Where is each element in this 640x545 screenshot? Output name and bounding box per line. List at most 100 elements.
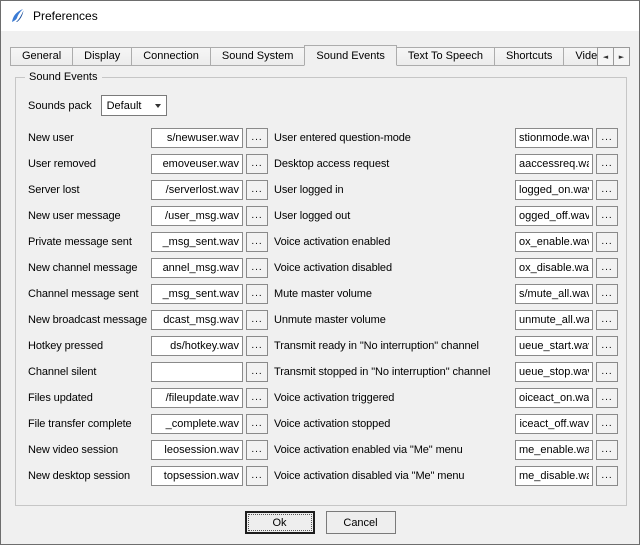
- browse-button[interactable]: ...: [246, 336, 268, 356]
- sound-event-row: Private message sent...: [28, 229, 268, 255]
- sound-event-row: Hotkey pressed...: [28, 333, 268, 359]
- sound-event-label: Channel silent: [28, 366, 147, 378]
- browse-button[interactable]: ...: [596, 336, 618, 356]
- sound-file-input[interactable]: [515, 180, 593, 200]
- tab-text-to-speech[interactable]: Text To Speech: [396, 47, 495, 66]
- sound-file-input[interactable]: [151, 440, 243, 460]
- browse-button[interactable]: ...: [596, 362, 618, 382]
- tab-sound-system[interactable]: Sound System: [210, 47, 306, 66]
- sound-file-input[interactable]: [515, 414, 593, 434]
- sound-file-input[interactable]: [151, 180, 243, 200]
- sound-event-row: User entered question-mode...: [274, 125, 618, 151]
- browse-button[interactable]: ...: [596, 388, 618, 408]
- sound-file-input[interactable]: [515, 258, 593, 278]
- sound-event-label: Hotkey pressed: [28, 340, 147, 352]
- sound-event-label: New user: [28, 132, 147, 144]
- browse-button[interactable]: ...: [246, 232, 268, 252]
- sound-file-input[interactable]: [515, 284, 593, 304]
- preferences-dialog: Preferences GeneralDisplayConnectionSoun…: [1, 1, 639, 31]
- sound-file-input[interactable]: [515, 440, 593, 460]
- sound-event-row: Voice activation stopped...: [274, 411, 618, 437]
- sound-event-row: New user message...: [28, 203, 268, 229]
- ok-button[interactable]: Ok: [245, 511, 315, 534]
- sound-event-row: Transmit ready in "No interruption" chan…: [274, 333, 618, 359]
- sound-event-row: New desktop session...: [28, 463, 268, 489]
- browse-button[interactable]: ...: [246, 284, 268, 304]
- sound-file-input[interactable]: [151, 154, 243, 174]
- sound-event-row: Voice activation disabled via "Me" menu.…: [274, 463, 618, 489]
- sound-event-label: User entered question-mode: [274, 132, 511, 144]
- tab-scroll: ◄ ►: [597, 47, 630, 66]
- browse-button[interactable]: ...: [246, 206, 268, 226]
- tab-scroll-right-button[interactable]: ►: [613, 47, 630, 66]
- browse-button[interactable]: ...: [596, 232, 618, 252]
- browse-button[interactable]: ...: [596, 310, 618, 330]
- sound-file-input[interactable]: [515, 388, 593, 408]
- browse-button[interactable]: ...: [246, 154, 268, 174]
- tab-display[interactable]: Display: [72, 47, 132, 66]
- sound-file-input[interactable]: [151, 336, 243, 356]
- sound-event-label: New video session: [28, 444, 147, 456]
- browse-button[interactable]: ...: [596, 180, 618, 200]
- tab-scroll-left-button[interactable]: ◄: [597, 47, 614, 66]
- browse-button[interactable]: ...: [596, 466, 618, 486]
- sound-file-input[interactable]: [151, 466, 243, 486]
- sound-file-input[interactable]: [151, 258, 243, 278]
- sound-file-input[interactable]: [151, 284, 243, 304]
- sound-event-row: User removed...: [28, 151, 268, 177]
- sound-file-input[interactable]: [515, 466, 593, 486]
- browse-button[interactable]: ...: [246, 258, 268, 278]
- sound-event-row: New broadcast message...: [28, 307, 268, 333]
- sound-file-input[interactable]: [151, 206, 243, 226]
- sound-file-input[interactable]: [515, 206, 593, 226]
- tab-strip: GeneralDisplayConnectionSound SystemSoun…: [10, 45, 630, 66]
- sound-event-label: Voice activation disabled via "Me" menu: [274, 470, 511, 482]
- sound-file-input[interactable]: [151, 232, 243, 252]
- sound-file-input[interactable]: [515, 362, 593, 382]
- browse-button[interactable]: ...: [246, 388, 268, 408]
- sound-file-input[interactable]: [515, 154, 593, 174]
- browse-button[interactable]: ...: [596, 206, 618, 226]
- sound-event-label: User logged in: [274, 184, 511, 196]
- sound-event-label: New broadcast message: [28, 314, 147, 326]
- sound-event-label: Voice activation triggered: [274, 392, 511, 404]
- browse-button[interactable]: ...: [596, 414, 618, 434]
- sound-file-input[interactable]: [151, 362, 243, 382]
- sound-file-input[interactable]: [151, 414, 243, 434]
- browse-button[interactable]: ...: [246, 128, 268, 148]
- sound-event-label: Mute master volume: [274, 288, 511, 300]
- titlebar: Preferences: [1, 1, 639, 31]
- sounds-pack-combobox[interactable]: Default: [101, 95, 167, 116]
- sound-event-row: Server lost...: [28, 177, 268, 203]
- sound-file-input[interactable]: [515, 128, 593, 148]
- sound-file-input[interactable]: [151, 310, 243, 330]
- sound-file-input[interactable]: [515, 336, 593, 356]
- sound-event-label: File transfer complete: [28, 418, 147, 430]
- sounds-pack-row: Sounds pack Default: [28, 95, 167, 116]
- sound-event-label: Private message sent: [28, 236, 147, 248]
- browse-button[interactable]: ...: [246, 362, 268, 382]
- browse-button[interactable]: ...: [596, 284, 618, 304]
- sound-file-input[interactable]: [151, 128, 243, 148]
- tab-shortcuts[interactable]: Shortcuts: [494, 47, 564, 66]
- sound-file-input[interactable]: [515, 232, 593, 252]
- browse-button[interactable]: ...: [246, 466, 268, 486]
- browse-button[interactable]: ...: [246, 440, 268, 460]
- tab-general[interactable]: General: [10, 47, 73, 66]
- sound-file-input[interactable]: [151, 388, 243, 408]
- browse-button[interactable]: ...: [596, 154, 618, 174]
- browse-button[interactable]: ...: [246, 414, 268, 434]
- sound-event-row: Files updated...: [28, 385, 268, 411]
- browse-button[interactable]: ...: [596, 128, 618, 148]
- browse-button[interactable]: ...: [596, 258, 618, 278]
- tab-connection[interactable]: Connection: [131, 47, 211, 66]
- browse-button[interactable]: ...: [246, 310, 268, 330]
- sound-event-label: Voice activation enabled via "Me" menu: [274, 444, 511, 456]
- browse-button[interactable]: ...: [596, 440, 618, 460]
- sound-event-row: User logged in...: [274, 177, 618, 203]
- tab-bar: GeneralDisplayConnectionSound SystemSoun…: [10, 45, 630, 66]
- browse-button[interactable]: ...: [246, 180, 268, 200]
- tab-sound-events[interactable]: Sound Events: [304, 45, 397, 66]
- cancel-button[interactable]: Cancel: [326, 511, 396, 534]
- sound-file-input[interactable]: [515, 310, 593, 330]
